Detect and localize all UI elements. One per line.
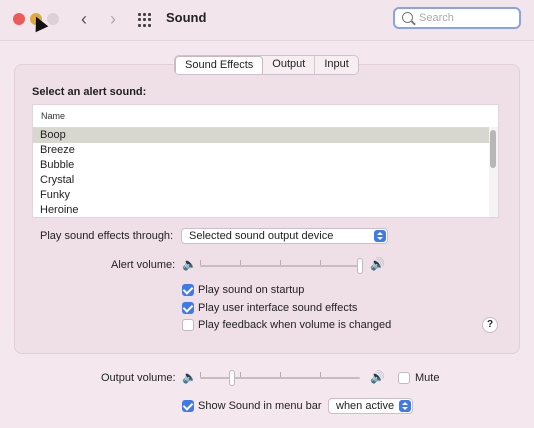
menu-bar-option-value: when active (336, 400, 395, 412)
list-column-header[interactable]: Name (41, 111, 65, 121)
tab-output[interactable]: Output (263, 56, 316, 74)
tab-input[interactable]: Input (315, 56, 357, 74)
back-arrow-icon[interactable]: ‹ (81, 9, 87, 29)
effects-device-select[interactable]: Selected sound output device (181, 228, 388, 244)
speaker-high-icon: 🔊 (370, 370, 385, 384)
zoom-window-button[interactable] (47, 13, 59, 25)
alert-volume-label: Alert volume: (111, 259, 176, 271)
alert-section-label: Select an alert sound: (32, 86, 147, 98)
alert-volume-slider[interactable] (200, 258, 363, 274)
volume-feedback-checkbox[interactable] (182, 319, 194, 331)
search-icon (402, 12, 413, 23)
ui-sound-effects-checkbox[interactable] (182, 302, 194, 314)
search-placeholder: Search (419, 12, 454, 24)
menu-bar-option-select[interactable]: when active (328, 398, 413, 414)
output-volume-label: Output volume: (101, 372, 176, 384)
forward-arrow-icon[interactable]: › (110, 9, 116, 29)
list-item[interactable]: Boop (33, 128, 489, 143)
popup-arrows-icon (374, 230, 386, 242)
volume-feedback-label: Play feedback when volume is changed (198, 319, 392, 331)
mute-label: Mute (415, 372, 440, 384)
speaker-low-icon: 🔈 (182, 370, 197, 384)
grid-icon[interactable] (138, 13, 152, 27)
search-field[interactable]: Search (393, 7, 521, 29)
effects-device-value: Selected sound output device (189, 230, 334, 242)
show-in-menu-bar-label: Show Sound in menu bar (198, 400, 322, 412)
tab-bar: Sound Effects Output Input (174, 55, 359, 75)
window-title: Sound (166, 10, 207, 25)
mute-checkbox[interactable] (398, 372, 410, 384)
output-volume-knob[interactable] (229, 370, 235, 386)
effects-through-label: Play sound effects through: (40, 230, 174, 242)
show-in-menu-bar-checkbox[interactable] (182, 400, 194, 412)
close-window-button[interactable] (13, 13, 25, 25)
list-scroll-thumb[interactable] (490, 130, 496, 168)
list-item[interactable]: Bubble (33, 158, 489, 173)
output-volume-slider[interactable] (200, 370, 363, 386)
speaker-low-icon: 🔈 (182, 257, 197, 271)
help-button[interactable]: ? (482, 317, 498, 333)
startup-sound-checkbox[interactable] (182, 284, 194, 296)
ui-sound-effects-label: Play user interface sound effects (198, 302, 358, 314)
tab-sound-effects[interactable]: Sound Effects (175, 56, 264, 74)
popup-arrows-icon (399, 400, 411, 412)
alert-sound-list[interactable]: Name Boop Breeze Bubble Crystal Funky He… (32, 104, 499, 218)
list-item[interactable]: Crystal (33, 173, 489, 188)
list-item[interactable]: Heroine (33, 203, 489, 217)
alert-volume-knob[interactable] (357, 258, 363, 274)
speaker-high-icon: 🔊 (370, 257, 385, 271)
list-item[interactable]: Funky (33, 188, 489, 203)
startup-sound-label: Play sound on startup (198, 284, 305, 296)
list-scrollbar[interactable] (489, 127, 498, 217)
list-item[interactable]: Breeze (33, 143, 489, 158)
